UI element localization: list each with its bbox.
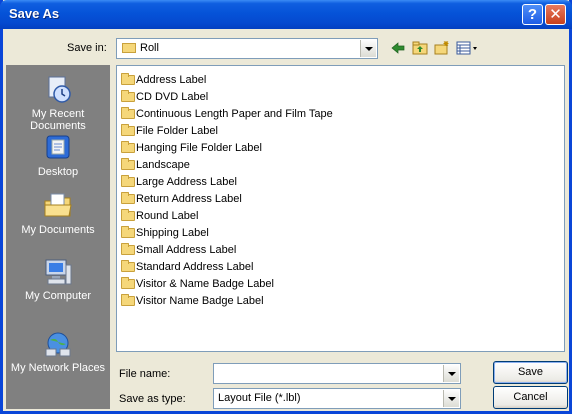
cancel-button[interactable]: Cancel bbox=[493, 386, 568, 409]
file-name: Continuous Length Paper and Film Tape bbox=[136, 108, 333, 120]
file-name: Standard Address Label bbox=[136, 261, 254, 273]
chevron-down-icon[interactable] bbox=[443, 390, 459, 407]
file-list[interactable]: Address Label CD DVD Label Continuous Le… bbox=[116, 65, 565, 352]
folder-icon bbox=[121, 226, 135, 238]
place-label: My Recent Documents bbox=[30, 108, 86, 132]
place-label: My Documents bbox=[21, 224, 95, 236]
folder-icon bbox=[121, 158, 135, 170]
dialog-title: Save As bbox=[9, 6, 60, 21]
save-button[interactable]: Save bbox=[493, 361, 568, 384]
file-name-label: File name: bbox=[119, 368, 171, 380]
folder-icon bbox=[121, 192, 135, 204]
folder-icon bbox=[121, 277, 135, 289]
close-icon: ✕ bbox=[549, 6, 562, 23]
folder-icon bbox=[121, 260, 135, 272]
folder-icon bbox=[121, 243, 135, 255]
place-recent-documents[interactable]: My Recent Documents bbox=[6, 75, 110, 132]
save-in-label: Save in: bbox=[67, 42, 107, 54]
my-documents-icon bbox=[42, 191, 74, 221]
folder-icon bbox=[121, 90, 135, 102]
place-network-places[interactable]: My Network Places bbox=[6, 329, 110, 374]
up-folder-icon[interactable] bbox=[412, 40, 428, 56]
view-menu-icon[interactable] bbox=[456, 40, 480, 56]
my-computer-icon bbox=[42, 257, 74, 287]
back-arrow-icon[interactable] bbox=[390, 40, 406, 56]
folder-icon bbox=[121, 107, 135, 119]
file-name: Address Label bbox=[136, 74, 207, 86]
close-button[interactable]: ✕ bbox=[545, 4, 566, 25]
file-name: Large Address Label bbox=[136, 176, 237, 188]
file-name: Return Address Label bbox=[136, 193, 242, 205]
folder-icon bbox=[121, 294, 135, 306]
save-as-type-dropdown[interactable]: Layout File (*.lbl) bbox=[213, 388, 461, 409]
chevron-down-icon[interactable] bbox=[443, 365, 459, 382]
folder-icon bbox=[121, 124, 135, 136]
save-in-dropdown[interactable]: Roll bbox=[116, 38, 378, 59]
file-name-field[interactable] bbox=[213, 363, 461, 384]
file-name: Visitor Name Badge Label bbox=[136, 295, 264, 307]
chevron-down-icon[interactable] bbox=[360, 40, 376, 57]
title-bar[interactable]: Save As ? ✕ bbox=[0, 0, 572, 29]
desktop-icon bbox=[42, 133, 74, 163]
place-label: My Network Places bbox=[10, 362, 106, 374]
save-as-dialog: Save As ? ✕ Save in: Roll My Recent Docu… bbox=[0, 0, 572, 414]
folder-icon bbox=[122, 43, 136, 53]
folder-icon bbox=[121, 209, 135, 221]
file-name: Shipping Label bbox=[136, 227, 209, 239]
folder-icon bbox=[121, 73, 135, 85]
folder-icon bbox=[121, 141, 135, 153]
file-name: Small Address Label bbox=[136, 244, 237, 256]
file-name: Visitor & Name Badge Label bbox=[136, 278, 274, 290]
save-in-value: Roll bbox=[140, 42, 159, 54]
place-my-documents[interactable]: My Documents bbox=[6, 191, 110, 236]
network-places-icon bbox=[42, 329, 74, 359]
help-icon: ? bbox=[527, 6, 538, 23]
file-name: Landscape bbox=[136, 159, 190, 171]
places-bar: My Recent Documents Desktop My Documents… bbox=[6, 65, 110, 409]
file-name: CD DVD Label bbox=[136, 91, 209, 103]
file-name: Round Label bbox=[136, 210, 199, 222]
help-button[interactable]: ? bbox=[522, 4, 543, 25]
place-my-computer[interactable]: My Computer bbox=[6, 257, 110, 302]
file-name: Hanging File Folder Label bbox=[136, 142, 262, 154]
file-name: File Folder Label bbox=[136, 125, 218, 137]
recent-documents-icon bbox=[42, 75, 74, 105]
place-desktop[interactable]: Desktop bbox=[6, 133, 110, 178]
save-as-type-value: Layout File (*.lbl) bbox=[218, 392, 301, 404]
folder-icon bbox=[121, 175, 135, 187]
place-label: Desktop bbox=[37, 166, 79, 178]
save-as-type-label: Save as type: bbox=[119, 393, 186, 405]
place-label: My Computer bbox=[24, 290, 92, 302]
new-folder-icon[interactable] bbox=[434, 40, 450, 56]
